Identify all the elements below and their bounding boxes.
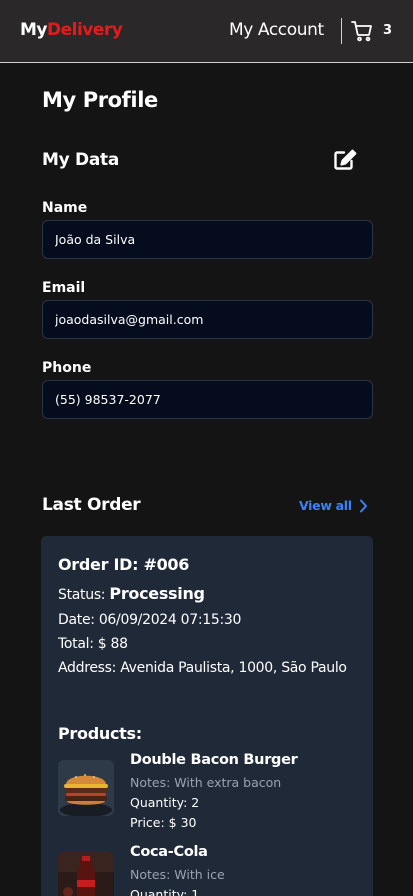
- name-label: Name: [42, 200, 88, 216]
- products-heading: Products:: [58, 724, 142, 743]
- view-all-link[interactable]: View all: [299, 498, 368, 513]
- product-notes: Notes: With ice: [130, 867, 225, 882]
- order-card: Order ID: #006 Status: Processing Date: …: [41, 536, 373, 896]
- order-id: Order ID: #006: [58, 555, 190, 574]
- phone-label: Phone: [42, 360, 92, 376]
- phone-field[interactable]: [42, 380, 373, 419]
- order-date: Date: 06/09/2024 07:15:30: [58, 612, 242, 628]
- my-account-link[interactable]: My Account: [229, 20, 324, 40]
- cart-button[interactable]: 3: [350, 19, 394, 45]
- edit-icon[interactable]: [333, 149, 357, 171]
- brand-my: My: [20, 20, 48, 40]
- product-name: Coca-Cola: [130, 844, 208, 860]
- product-price: Price: $ 30: [130, 815, 197, 830]
- product-quantity: Quantity: 1: [130, 887, 200, 896]
- navbar: MyDelivery My Account 3: [0, 0, 413, 63]
- product-notes: Notes: With extra bacon: [130, 775, 282, 790]
- chevron-right-icon: [359, 499, 367, 512]
- cart-icon: [351, 21, 372, 42]
- order-status-label: Status:: [58, 587, 110, 603]
- order-total: Total: $ 88: [58, 636, 128, 652]
- product-name: Double Bacon Burger: [130, 752, 298, 768]
- email-label: Email: [42, 280, 86, 296]
- order-address: Address: Avenida Paulista, 1000, São Pau…: [58, 660, 347, 676]
- nav-divider: [341, 18, 342, 44]
- cart-count-badge: 3: [383, 23, 393, 38]
- my-data-heading: My Data: [42, 150, 119, 170]
- view-all-label: View all: [299, 498, 352, 513]
- order-status: Status: Processing: [58, 584, 205, 603]
- brand-delivery: Delivery: [47, 20, 123, 40]
- last-order-heading: Last Order: [42, 495, 141, 515]
- burger-image: [58, 760, 114, 816]
- order-status-value: Processing: [109, 584, 205, 603]
- email-field[interactable]: [42, 300, 373, 339]
- brand-logo[interactable]: MyDelivery: [20, 20, 123, 40]
- page-title: My Profile: [42, 88, 158, 112]
- product-quantity: Quantity: 2: [130, 795, 200, 810]
- name-field[interactable]: [42, 220, 373, 259]
- coca-cola-image: [58, 852, 114, 896]
